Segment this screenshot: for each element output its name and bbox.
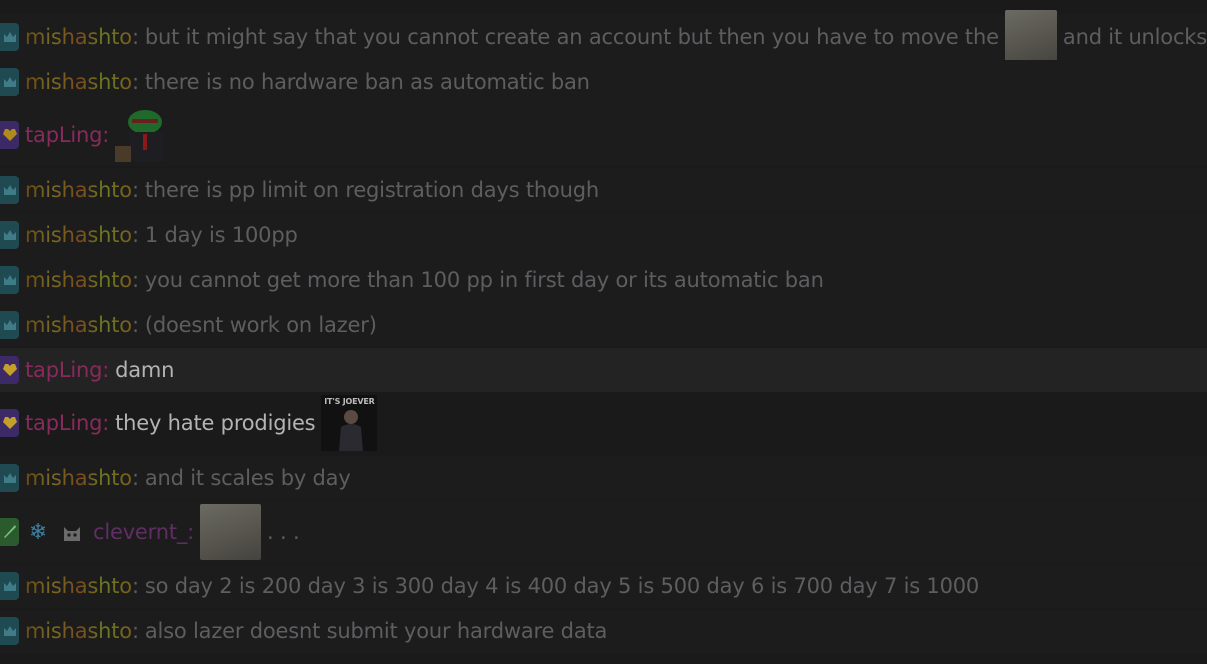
username[interactable]: mishashto [25, 574, 132, 598]
chat-message: mishashto: 1 day is 100pp [0, 213, 1207, 257]
chat-log: mishashto: but it might say that you can… [0, 0, 1207, 664]
crown-icon[interactable] [0, 23, 19, 51]
message-text: there is pp limit on registration days t… [144, 178, 599, 202]
colon: : [131, 70, 139, 94]
message-text: there is no hardware ban as automatic ba… [144, 70, 590, 94]
crown-icon[interactable] [0, 464, 19, 492]
heart-gem-icon[interactable] [0, 409, 19, 437]
colon: : [102, 123, 110, 147]
snowflake-icon[interactable]: ❄ [25, 519, 51, 545]
chat-message: mishashto: you cannot get more than 100 … [0, 258, 1207, 302]
joever-emote[interactable]: IT'S JOEVER [321, 395, 378, 451]
chat-message: mishashto: (doesnt work on lazer) [0, 303, 1207, 347]
frog-emote[interactable] [115, 106, 173, 164]
crown-icon[interactable] [0, 572, 19, 600]
chat-message: mishashto: there is no hardware ban as a… [0, 60, 1207, 104]
colon: : [131, 574, 139, 598]
crown-icon[interactable] [0, 68, 19, 96]
message-text: but it might say that you cannot create … [144, 25, 999, 49]
message-text: damn [115, 358, 175, 382]
colon: : [102, 358, 110, 382]
username[interactable]: mishashto [25, 70, 132, 94]
heart-gem-icon[interactable] [0, 121, 19, 149]
colon: : [131, 223, 139, 247]
emote-image[interactable] [200, 504, 262, 560]
chat-message: tapLing: [0, 104, 1207, 166]
colon: : [102, 411, 110, 435]
colon: : [131, 313, 139, 337]
message-text: they hate prodigies [115, 411, 316, 435]
username[interactable]: mishashto [25, 466, 132, 490]
message-text: so day 2 is 200 day 3 is 300 day 4 is 40… [144, 574, 980, 598]
username[interactable]: mishashto [25, 223, 132, 247]
message-text: and it scales by day [144, 466, 351, 490]
crown-icon[interactable] [0, 311, 19, 339]
message-text: (doesnt work on lazer) [144, 313, 377, 337]
emote-image[interactable] [1004, 10, 1057, 64]
message-text: you cannot get more than 100 pp in first… [144, 268, 824, 292]
crown-icon[interactable] [0, 617, 19, 645]
chat-message-highlighted: tapLing: damn [0, 348, 1207, 392]
colon: : [131, 25, 139, 49]
chat-message: mishashto: so day 2 is 200 day 3 is 300 … [0, 564, 1207, 608]
username[interactable]: mishashto [25, 313, 132, 337]
heart-gem-icon[interactable] [0, 356, 19, 384]
chat-message: mishashto: there is pp limit on registra… [0, 168, 1207, 212]
crown-icon[interactable] [0, 266, 19, 294]
username[interactable]: mishashto [25, 268, 132, 292]
chat-message: mishashto: and it scales by day [0, 456, 1207, 500]
colon: : [131, 178, 139, 202]
colon: : [131, 466, 139, 490]
crown-icon[interactable] [0, 221, 19, 249]
chat-message: mishashto: also lazer doesnt submit your… [0, 609, 1207, 653]
cat-icon[interactable] [59, 519, 85, 545]
username[interactable]: mishashto [25, 178, 132, 202]
crown-icon[interactable] [0, 176, 19, 204]
username[interactable]: mishashto [25, 619, 132, 643]
colon: : [131, 268, 139, 292]
message-text: also lazer doesnt submit your hardware d… [144, 619, 608, 643]
message-text: . . . [267, 520, 300, 544]
colon: : [187, 520, 195, 544]
message-text: 1 day is 100pp [144, 223, 298, 247]
message-text-after: and it unlocks [1062, 25, 1207, 49]
chat-message: tapLing: they hate prodigies IT'S JOEVER [0, 393, 1207, 453]
sword-icon[interactable] [0, 518, 19, 546]
username[interactable]: tapLing [25, 411, 102, 435]
chat-message: ❄ clevernt_: . . . [0, 501, 1207, 563]
colon: : [131, 619, 139, 643]
username[interactable]: mishashto [25, 25, 132, 49]
username[interactable]: clevernt_ [93, 520, 187, 544]
username[interactable]: tapLing [25, 123, 102, 147]
chat-message: mishashto: but it might say that you can… [0, 10, 1207, 64]
username[interactable]: tapLing [25, 358, 102, 382]
